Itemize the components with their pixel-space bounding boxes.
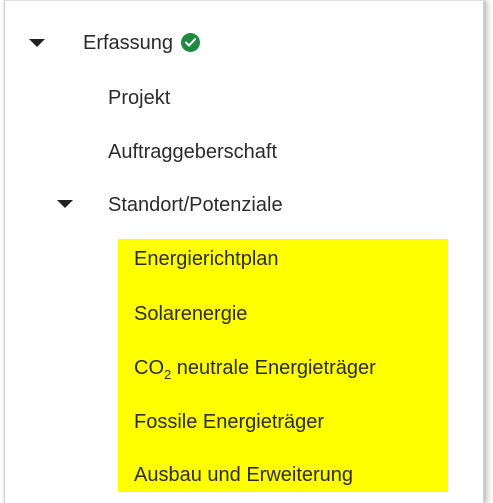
label-suffix: neutrale Energieträger bbox=[171, 357, 376, 379]
tree-item-standort-potenziale[interactable]: Standort/Potenziale bbox=[108, 193, 283, 217]
tree-item-solarenergie[interactable]: Solarenergie bbox=[134, 302, 247, 326]
tree-item-energierichtplan[interactable]: Energierichtplan bbox=[134, 247, 279, 271]
label-prefix: CO bbox=[134, 357, 164, 379]
navigation-tree-panel: Erfassung Projekt Auftraggeberschaft Sta… bbox=[4, 0, 484, 503]
tree-item-label: Energierichtplan bbox=[134, 248, 279, 270]
check-circle-icon bbox=[181, 32, 201, 52]
caret-down-icon[interactable] bbox=[57, 200, 73, 208]
tree-item-co2-neutrale-energietraeger[interactable]: CO2 neutrale Energieträger bbox=[134, 356, 376, 382]
caret-down-icon[interactable] bbox=[29, 39, 45, 47]
tree-item-label: Projekt bbox=[108, 87, 171, 109]
tree-item-fossile-energietraeger[interactable]: Fossile Energieträger bbox=[134, 410, 324, 434]
tree-item-label: Solarenergie bbox=[134, 303, 248, 325]
tree-item-label: Standort/Potenziale bbox=[108, 194, 283, 216]
tree-item-label: Ausbau und Erweiterung bbox=[134, 464, 354, 486]
tree-item-label: Fossile Energieträger bbox=[134, 411, 325, 433]
tree-item-label: Auftraggeberschaft bbox=[108, 141, 277, 163]
tree-item-projekt[interactable]: Projekt bbox=[108, 86, 170, 110]
tree-item-auftraggeberschaft[interactable]: Auftraggeberschaft bbox=[108, 140, 277, 164]
tree-item-label: Erfassung bbox=[83, 32, 174, 54]
tree-item-ausbau-und-erweiterung[interactable]: Ausbau und Erweiterung bbox=[134, 463, 353, 487]
tree-item-erfassung[interactable]: Erfassung bbox=[83, 31, 201, 55]
tree-item-label: CO2 neutrale Energieträger bbox=[134, 356, 376, 382]
label-subscript: 2 bbox=[164, 367, 172, 382]
